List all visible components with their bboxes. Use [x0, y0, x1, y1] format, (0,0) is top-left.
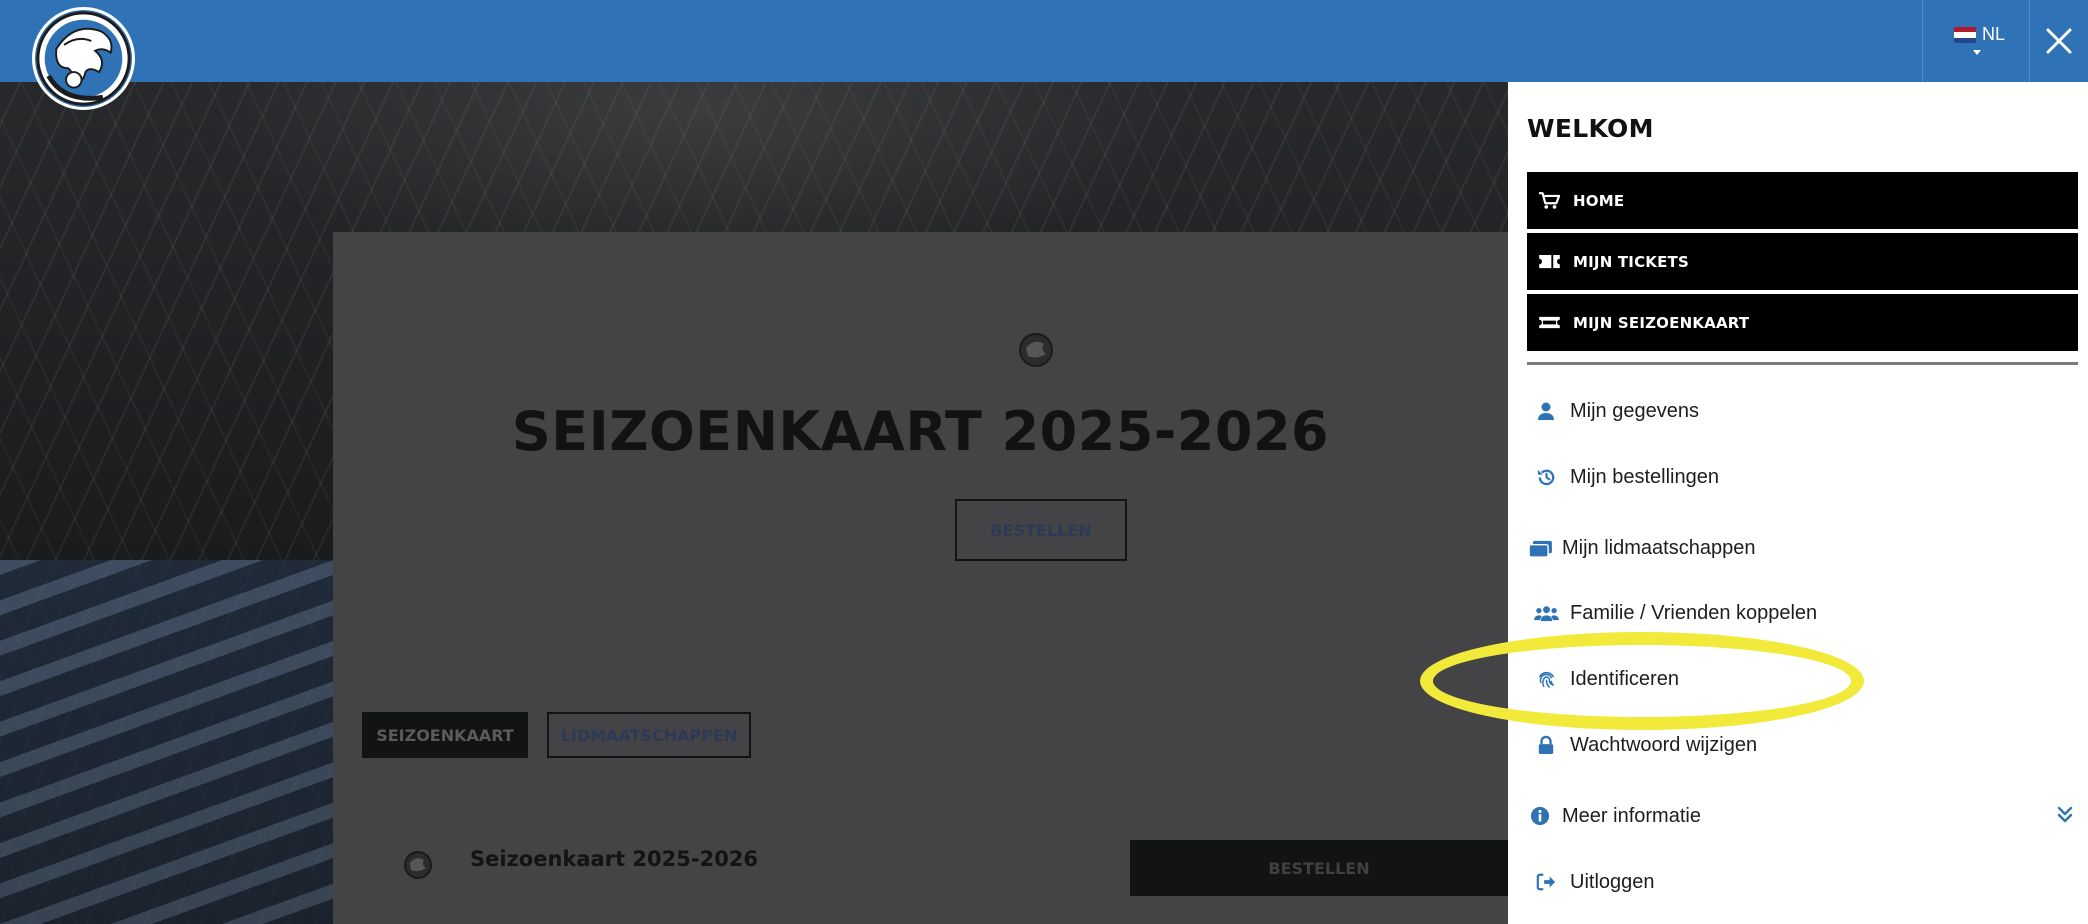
netherlands-flag-icon [1954, 27, 1976, 43]
language-selector[interactable]: NL [1922, 0, 2030, 82]
account-side-menu: WELKOM HOME MIJN TICKETS MIJN SEIZOENKAA… [1508, 82, 2088, 924]
caret-down-icon [1973, 50, 1981, 55]
menu-item-my-season-card[interactable]: MIJN SEIZOENKAART [1527, 294, 2078, 351]
user-icon [1533, 398, 1559, 424]
top-bar: NL [0, 0, 2088, 82]
close-icon[interactable] [2040, 22, 2078, 60]
ticket-icon [1537, 252, 1561, 272]
chevron-double-down-icon[interactable] [2054, 804, 2076, 826]
menu-item-label: HOME [1573, 191, 1625, 210]
membership-card-icon [1527, 535, 1553, 561]
menu-link-mijn-gegevens[interactable]: Mijn gegevens [1527, 391, 1699, 431]
menu-link-mijn-lidmaatschappen[interactable]: Mijn lidmaatschappen [1527, 528, 1755, 568]
season-card-icon [1537, 313, 1561, 333]
menu-link-label: Wachtwoord wijzigen [1570, 733, 1758, 756]
menu-link-label: Mijn gegevens [1570, 399, 1699, 422]
menu-link-familie-vrienden[interactable]: Familie / Vrienden koppelen [1527, 593, 1817, 633]
menu-link-meer-informatie[interactable]: Meer informatie [1527, 796, 1701, 836]
fingerprint-icon [1533, 666, 1559, 692]
menu-link-uitloggen[interactable]: Uitloggen [1527, 862, 1655, 902]
menu-link-label: Familie / Vrienden koppelen [1570, 601, 1818, 624]
logout-icon [1533, 869, 1559, 895]
menu-link-label: Mijn lidmaatschappen [1562, 536, 1756, 559]
menu-link-identificeren[interactable]: Identificeren [1527, 659, 1679, 699]
menu-item-my-tickets[interactable]: MIJN TICKETS [1527, 233, 2078, 290]
menu-heading: WELKOM [1527, 114, 1654, 143]
users-icon [1533, 600, 1559, 626]
language-code: NL [1982, 24, 2006, 44]
menu-item-label: MIJN TICKETS [1573, 252, 1689, 271]
lock-icon [1533, 732, 1559, 758]
history-icon [1533, 464, 1559, 490]
menu-link-label: Mijn bestellingen [1570, 465, 1719, 488]
page-overlay [0, 82, 1508, 924]
info-icon [1527, 803, 1553, 829]
menu-item-home[interactable]: HOME [1527, 172, 2078, 229]
menu-link-mijn-bestellingen[interactable]: Mijn bestellingen [1527, 457, 1719, 497]
menu-link-label: Meer informatie [1562, 804, 1701, 827]
fc-den-bosch-logo[interactable] [32, 7, 135, 110]
menu-link-wachtwoord-wijzigen[interactable]: Wachtwoord wijzigen [1527, 725, 1757, 765]
menu-item-label: MIJN SEIZOENKAART [1573, 313, 1750, 332]
menu-link-label: Uitloggen [1570, 870, 1655, 893]
menu-divider [1527, 362, 2078, 365]
cart-icon [1537, 191, 1561, 211]
menu-link-label: Identificeren [1570, 667, 1679, 690]
